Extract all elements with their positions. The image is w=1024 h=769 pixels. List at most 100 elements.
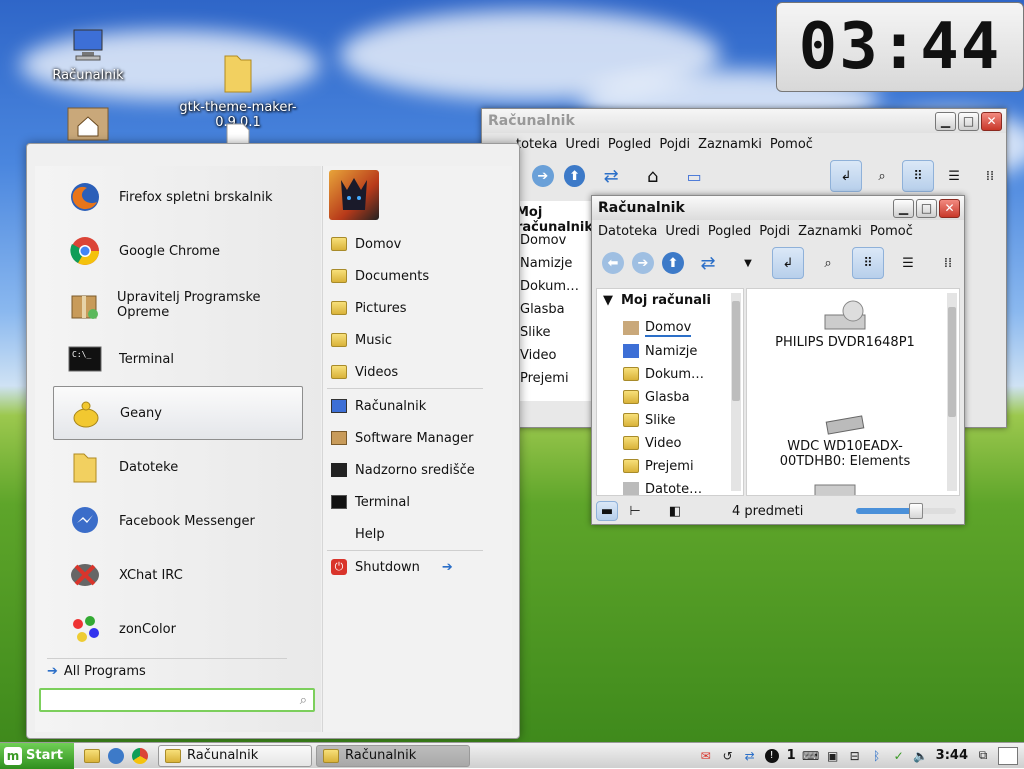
taskbar-task-1[interactable]: Računalnik: [158, 744, 312, 767]
sidebar-item-downloads[interactable]: Prejemi: [623, 455, 694, 477]
place-music[interactable]: Music: [331, 328, 392, 352]
reload-icon[interactable]: ⇄: [692, 247, 724, 279]
sidebar-item-music[interactable]: Glasba: [623, 386, 690, 408]
files-launcher-icon[interactable]: [84, 748, 100, 763]
icon-view-icon[interactable]: ⠿: [852, 247, 884, 279]
zoom-slider-thumb[interactable]: [909, 503, 923, 519]
menu-bookmarks[interactable]: Zaznamki: [698, 137, 762, 152]
scrollbar-thumb[interactable]: [732, 301, 740, 401]
sidebar-item-documents[interactable]: Dokum…: [520, 275, 579, 297]
chevron-down-icon[interactable]: ▼: [732, 247, 764, 279]
close-button[interactable]: ✕: [939, 198, 960, 218]
forward-icon[interactable]: ➔: [632, 252, 654, 274]
desktop-icon-home[interactable]: [28, 102, 148, 146]
sidebar-item-filesystem[interactable]: Datote…: [623, 478, 702, 495]
menu-edit[interactable]: Uredi: [565, 137, 599, 152]
sidebar-item-desktop[interactable]: Namizje: [623, 340, 697, 362]
sidebar-item-pictures[interactable]: Slike: [623, 409, 676, 431]
system-terminal[interactable]: Terminal: [331, 490, 410, 514]
tray-clock[interactable]: 3:44: [936, 748, 968, 763]
avatar[interactable]: [329, 170, 379, 220]
maximize-button[interactable]: □: [916, 198, 937, 218]
home-icon[interactable]: ⌂: [637, 160, 669, 192]
sidebar-scrollbar[interactable]: [731, 293, 741, 491]
app-files[interactable]: Datoteke: [53, 440, 303, 494]
menu-bookmarks[interactable]: Zaznamki: [798, 224, 862, 239]
display-icon[interactable]: ▣: [826, 749, 840, 763]
sidebar-heading[interactable]: ▼ Moj računali: [603, 293, 711, 308]
menu-help[interactable]: Pomoč: [870, 224, 913, 239]
places-toggle-icon[interactable]: ▬: [596, 501, 618, 521]
up-icon[interactable]: ⬆: [662, 252, 684, 274]
list-view-icon[interactable]: ☰: [892, 247, 924, 279]
path-toggle-icon[interactable]: ↲: [830, 160, 863, 192]
titlebar[interactable]: Računalnik ▁ □ ✕: [592, 196, 964, 220]
keyboard-icon[interactable]: ⌨: [802, 749, 819, 763]
volume-icon[interactable]: 🔈: [913, 749, 928, 763]
system-control-center[interactable]: Nadzorno središče: [331, 458, 475, 482]
undo-icon[interactable]: ↺: [721, 749, 735, 763]
path-toggle-icon[interactable]: ↲: [772, 247, 804, 279]
scrollbar-thumb[interactable]: [948, 307, 956, 417]
sidebar-item-home[interactable]: Domov: [623, 317, 692, 339]
sidebar-item-pictures[interactable]: Slike: [520, 321, 551, 343]
up-icon[interactable]: ⬆: [563, 165, 586, 187]
alert-icon[interactable]: !: [764, 748, 779, 763]
sidebar-item-videos[interactable]: Video: [623, 432, 681, 454]
minimize-button[interactable]: ▁: [893, 198, 914, 218]
search-icon[interactable]: ⌕: [812, 247, 844, 279]
desktop-toggle-icon[interactable]: [998, 746, 1018, 765]
desktop-icon-theme-maker[interactable]: gtk-theme-maker- 0.9.0.1: [178, 22, 298, 130]
mail-alert-icon[interactable]: ✉: [699, 749, 713, 763]
app-geany[interactable]: Geany: [53, 386, 303, 440]
expander-icon[interactable]: ▼: [603, 293, 613, 308]
icon-view-icon[interactable]: ⠿: [902, 160, 935, 192]
file-item[interactable]: WDC WD10EADX- 00TDHB0: Elements: [755, 381, 935, 484]
app-chrome[interactable]: Google Chrome: [53, 224, 303, 278]
show-desktop-icon[interactable]: ⧉: [976, 748, 990, 763]
file-manager-window[interactable]: Računalnik ▁ □ ✕ Datoteka Uredi Pogled P…: [591, 195, 965, 525]
sidebar-hide-icon[interactable]: ◧: [664, 501, 686, 521]
shutdown-button[interactable]: ⏻ Shutdown ➔: [331, 555, 453, 579]
browser-launcher-icon[interactable]: [108, 747, 124, 764]
menu-go[interactable]: Pojdi: [759, 224, 790, 239]
close-button[interactable]: ✕: [981, 111, 1002, 131]
compact-view-icon[interactable]: ⁞⁞: [932, 247, 964, 279]
place-videos[interactable]: Videos: [331, 360, 398, 384]
back-icon[interactable]: ⬅: [602, 252, 624, 274]
tree-toggle-icon[interactable]: ⊢: [624, 501, 646, 521]
place-documents[interactable]: Documents: [331, 264, 429, 288]
titlebar[interactable]: Računalnik ▁ □ ✕: [482, 109, 1006, 133]
menu-edit[interactable]: Uredi: [665, 224, 699, 239]
app-terminal[interactable]: C:\_ Terminal: [53, 332, 303, 386]
sidebar-item-desktop[interactable]: Namizje: [520, 252, 572, 274]
file-item[interactable]: PHILIPS DVDR1648P1: [755, 299, 935, 350]
menu-view[interactable]: Pogled: [708, 224, 751, 239]
minimize-button[interactable]: ▁: [935, 111, 956, 131]
place-pictures[interactable]: Pictures: [331, 296, 406, 320]
sidebar-item-downloads[interactable]: Prejemi: [520, 367, 569, 389]
menu-help[interactable]: Pomoč: [770, 137, 813, 152]
chrome-launcher-icon[interactable]: [132, 747, 148, 764]
content-scrollbar[interactable]: [947, 293, 957, 491]
app-zoncolor[interactable]: zonColor: [53, 602, 303, 656]
sync-icon[interactable]: ⇄: [743, 749, 757, 763]
search-box[interactable]: ⌕: [39, 688, 315, 712]
compact-view-icon[interactable]: ⁞⁞: [974, 160, 1006, 192]
system-help[interactable]: Help: [331, 522, 385, 546]
system-software-manager[interactable]: Software Manager: [331, 426, 473, 450]
zoom-slider[interactable]: [856, 503, 956, 519]
desktop-icon-computer[interactable]: Računalnik: [28, 28, 148, 83]
search-icon[interactable]: ⌕: [866, 160, 898, 192]
menu-view[interactable]: Pogled: [608, 137, 651, 152]
forward-icon[interactable]: ➔: [532, 165, 554, 187]
drive-icon[interactable]: [811, 479, 859, 495]
search-input[interactable]: [47, 691, 300, 709]
app-facebook-messenger[interactable]: Facebook Messenger: [53, 494, 303, 548]
menu-file[interactable]: Datoteka: [598, 224, 657, 239]
reload-icon[interactable]: ⇄: [595, 160, 627, 192]
app-xchat[interactable]: XChat IRC: [53, 548, 303, 602]
menu-file[interactable]: toteka: [516, 137, 557, 152]
system-computer[interactable]: Računalnik: [331, 394, 426, 418]
shield-icon[interactable]: ✓: [892, 749, 906, 763]
